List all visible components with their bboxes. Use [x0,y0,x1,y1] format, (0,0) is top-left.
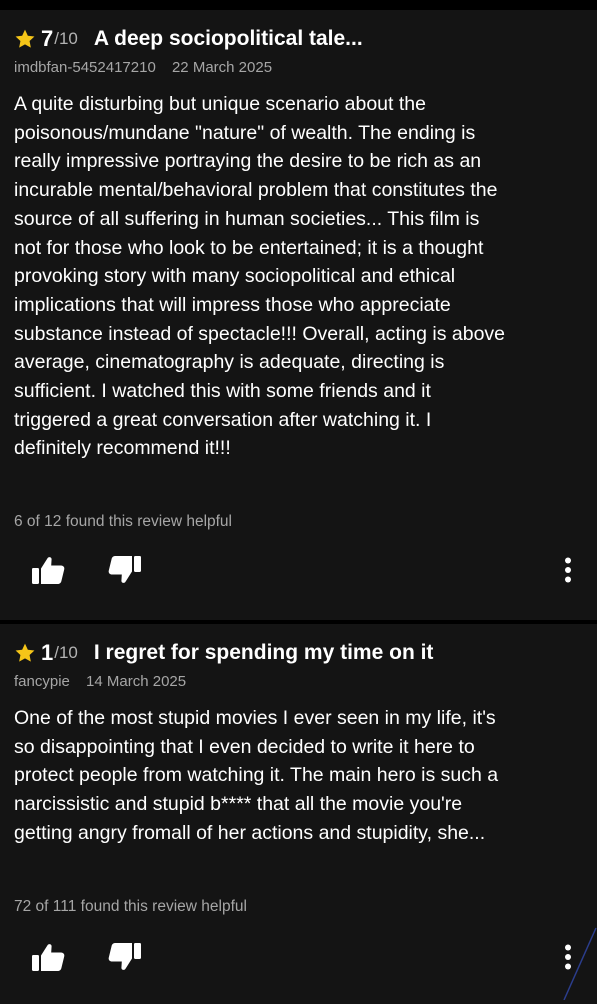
review-body-line: really impressive portraying the desire … [14,150,482,173]
thumbs-up-icon [30,554,66,591]
helpful-count: 6 of 12 found this review helpful [14,513,232,530]
review-header: 1 /10 I regret for spending my time on i… [14,638,433,668]
review-body-line: not for those who look to be entertained… [14,236,484,259]
review-date: 22 March 2025 [171,59,273,76]
review-body-line: A quite disturbing but unique scenario a… [14,93,426,115]
review-body-line: poisonous/mundane "nature" of wealth. Th… [14,121,476,144]
review-body-line: triggered a great conversation after wat… [14,408,432,431]
downvote-button[interactable] [105,941,145,977]
rating-value: 7 [41,26,54,51]
rating-scale: /10 [54,29,78,48]
scroll-indicator [563,927,597,1000]
thumbs-down-icon [107,941,143,978]
review-body-line: average, cinematography is adequate, dir… [14,351,445,374]
review-body[interactable]: One of the most stupid movies I ever see… [14,704,589,848]
thumbs-down-icon [107,554,143,591]
review-body-line: so disappointing that I even decided to … [14,735,475,758]
review-meta: imdbfan-5452417210 22 March 2025 [14,59,272,76]
review-card: 7 /10 A deep sociopolitical tale... imdb… [0,10,597,620]
review-title[interactable]: A deep sociopolitical tale... [94,27,363,51]
helpful-count: 72 of 111 found this review helpful [14,898,247,915]
review-body-line: provoking story with many sociopolitical… [14,265,456,288]
rating-scale: /10 [54,643,78,662]
review-body-line: narcissistic and stupid b**** that all t… [14,793,463,816]
star-icon [14,642,36,664]
review-actions [0,550,597,594]
review-body-line: incurable mental/behavioral problem that… [14,179,498,202]
review-body-line: sufficient. I watched this with some fri… [14,380,431,403]
upvote-button[interactable] [28,941,68,977]
review-body-line: protect people from watching it. The mai… [14,764,499,787]
review-date: 14 March 2025 [86,673,187,690]
thumbs-up-icon [30,941,66,978]
review-author[interactable]: imdbfan-5452417210 [14,59,156,76]
review-author[interactable]: fancypie [14,673,70,690]
review-card: 1 /10 I regret for spending my time on i… [0,624,597,1004]
review-body-line: getting angry fromall of her actions and… [14,821,486,844]
review-body-line: substance instead of spectacle!!! Overal… [14,322,506,345]
review-body[interactable]: A quite disturbing but unique scenario a… [14,90,589,463]
star-icon [14,28,36,50]
review-meta: fancypie 14 March 2025 [14,673,186,690]
upvote-button[interactable] [28,554,68,590]
rating-value: 1 [41,640,54,665]
more-vertical-icon [564,557,572,588]
review-title[interactable]: I regret for spending my time on it [94,641,434,665]
review-body-line: definitely recommend it!!! [14,437,231,460]
more-options-button[interactable] [552,554,584,590]
review-header: 7 /10 A deep sociopolitical tale... [14,24,363,54]
review-body-line: One of the most stupid movies I ever see… [14,707,496,729]
review-body-line: implications that will impress those who… [14,293,451,316]
review-actions [0,937,597,981]
downvote-button[interactable] [105,554,145,590]
review-body-line: source of all suffering in human societi… [14,207,480,230]
